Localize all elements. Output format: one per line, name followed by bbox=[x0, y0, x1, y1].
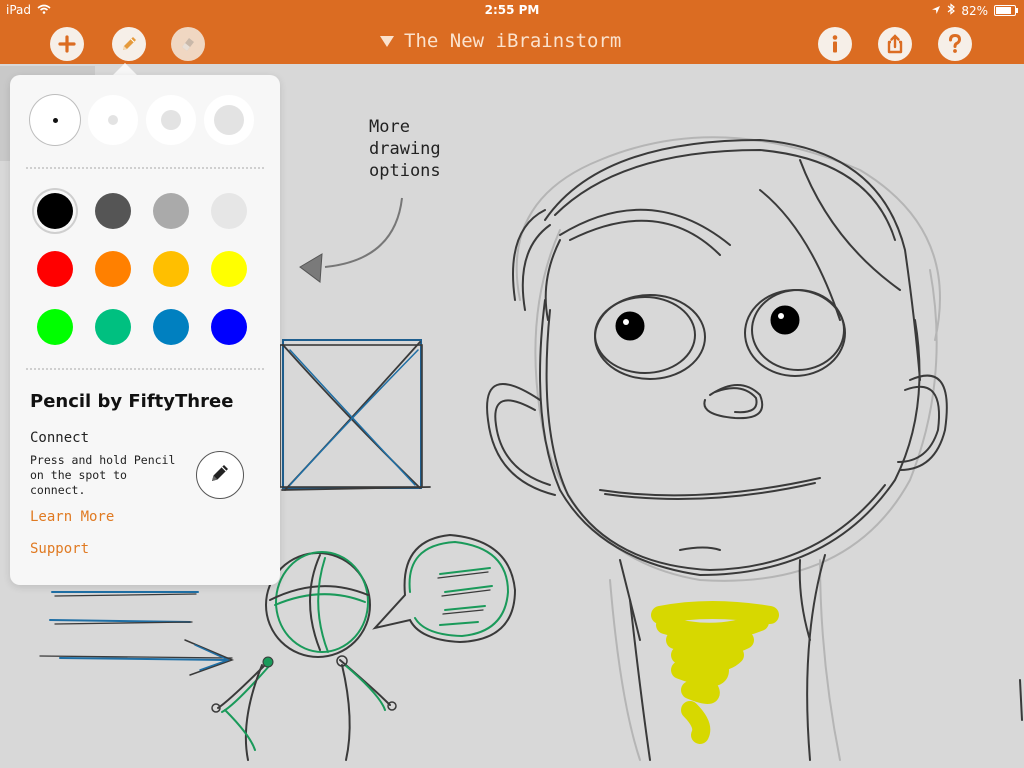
color-swatch-2[interactable] bbox=[95, 193, 131, 229]
location-icon bbox=[931, 4, 941, 18]
toolbar: The New iBrainstorm bbox=[0, 20, 1024, 64]
color-swatch-12[interactable] bbox=[211, 309, 247, 345]
eraser-tool-button[interactable] bbox=[171, 27, 205, 61]
pencil-icon bbox=[207, 460, 233, 490]
color-swatch-4[interactable] bbox=[211, 193, 247, 229]
color-swatch-3[interactable] bbox=[153, 193, 189, 229]
color-swatch-7[interactable] bbox=[153, 251, 189, 287]
learn-more-link[interactable]: Learn More bbox=[30, 509, 114, 525]
color-swatch-9[interactable] bbox=[37, 309, 73, 345]
pencil-options-popover: Pencil by FiftyThree Connect Press and h… bbox=[10, 75, 280, 585]
popover-divider bbox=[26, 368, 264, 370]
connect-heading: Connect bbox=[30, 430, 90, 446]
dropdown-triangle-icon bbox=[380, 35, 394, 47]
popover-divider bbox=[26, 167, 264, 169]
brush-size-2[interactable] bbox=[88, 95, 138, 145]
brush-size-1[interactable] bbox=[30, 95, 80, 145]
color-swatch-6[interactable] bbox=[95, 251, 131, 287]
battery-icon bbox=[994, 5, 1018, 16]
plus-icon bbox=[58, 35, 76, 53]
brush-size-3[interactable] bbox=[146, 95, 196, 145]
status-time: 2:55 PM bbox=[484, 3, 540, 17]
add-button[interactable] bbox=[50, 27, 84, 61]
document-title[interactable]: The New iBrainstorm bbox=[380, 30, 621, 52]
pencil-tool-button[interactable] bbox=[112, 27, 146, 61]
battery-percent: 82% bbox=[961, 3, 988, 18]
color-swatch-5[interactable] bbox=[37, 251, 73, 287]
info-icon bbox=[829, 34, 841, 54]
color-swatch-8[interactable] bbox=[211, 251, 247, 287]
pencil-icon bbox=[119, 34, 139, 54]
color-swatch-11[interactable] bbox=[153, 309, 189, 345]
help-button[interactable] bbox=[938, 27, 972, 61]
document-title-text: The New iBrainstorm bbox=[404, 30, 622, 52]
color-swatch-10[interactable] bbox=[95, 309, 131, 345]
eraser-icon bbox=[178, 34, 198, 54]
share-button[interactable] bbox=[878, 27, 912, 61]
info-button[interactable] bbox=[818, 27, 852, 61]
brush-size-4[interactable] bbox=[204, 95, 254, 145]
share-icon bbox=[886, 34, 904, 54]
color-swatch-1[interactable] bbox=[37, 193, 73, 229]
connect-pencil-button[interactable] bbox=[196, 451, 244, 499]
status-bar: iPad 2:55 PM 82% bbox=[0, 0, 1024, 20]
connect-description: Press and hold Pencil on the spot to con… bbox=[30, 453, 176, 497]
support-link[interactable]: Support bbox=[30, 541, 89, 557]
annotation-text: More drawing options bbox=[369, 117, 441, 181]
popover-title: Pencil by FiftyThree bbox=[30, 391, 234, 412]
bluetooth-icon bbox=[947, 3, 956, 18]
question-icon bbox=[948, 34, 962, 54]
